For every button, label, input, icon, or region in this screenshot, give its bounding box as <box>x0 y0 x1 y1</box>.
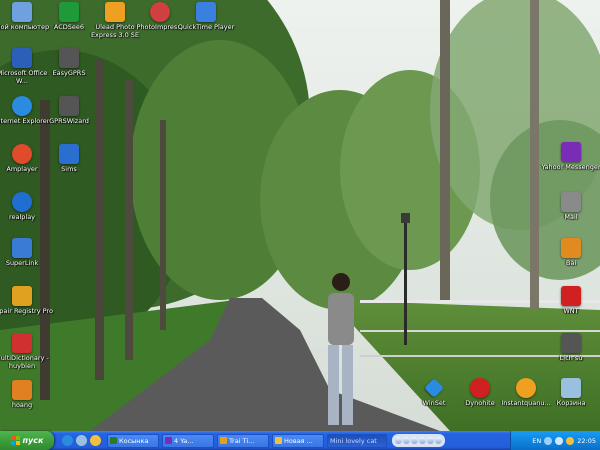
taskbar-button-solitaire[interactable]: Косынка <box>107 433 159 448</box>
desktop-icon-recycle-bin[interactable]: Корзина <box>539 378 600 407</box>
internet-explorer-icon <box>12 96 32 116</box>
desktop-icon-easygprs[interactable]: EasyGPRS <box>37 48 101 77</box>
volume-icon[interactable] <box>435 437 442 444</box>
media-player-toolbar <box>392 434 445 447</box>
taskbar-button-yahoo[interactable]: 4 Ya... <box>162 433 214 448</box>
dynohite-icon <box>470 378 490 398</box>
stop-icon[interactable] <box>395 437 402 444</box>
taskbar-button-new-folder[interactable]: Новая ... <box>272 433 324 448</box>
volume-icon[interactable] <box>555 436 564 445</box>
desktop-icon-label: GPRSWizard <box>49 117 89 125</box>
solitaire-icon <box>110 437 117 444</box>
mute-icon[interactable] <box>427 437 434 444</box>
superlink-icon <box>12 238 32 258</box>
taskbar-button-trai-ti[interactable]: Trai Ti... <box>217 433 269 448</box>
desktop-icon-quicktime[interactable]: QuickTime Player <box>174 2 238 31</box>
gprswizard-icon <box>59 96 79 116</box>
folder-icon <box>561 238 581 258</box>
desktop-icon-sims[interactable]: Sims <box>37 144 101 173</box>
yahoo-icon <box>165 437 172 444</box>
desktop-icon-label: Repair Registry Pro <box>0 307 53 315</box>
messenger-tray-icon[interactable] <box>566 436 575 445</box>
realplayer-icon <box>12 192 32 212</box>
diamond-icon <box>424 378 444 398</box>
desktop-icon-label: hoang <box>11 401 33 409</box>
task-label: Косынка <box>119 436 149 445</box>
desktop: Мой компьютер Microsoft Office W... Inte… <box>0 0 600 431</box>
taskbar-button-mini-lovely-cat[interactable]: Mini lovely cat <box>327 433 387 448</box>
amplayer-icon <box>12 144 32 164</box>
taskbar: пуск Косынка 4 Ya... Trai Ti... Новая ..… <box>0 431 600 450</box>
instantquanu-icon <box>516 378 536 398</box>
photoimpression-icon <box>150 2 170 22</box>
desktop-icon-label: Yahoo! Messenger <box>541 163 600 171</box>
desktop-icon-label: WNT <box>563 307 579 315</box>
multidictionary-icon <box>12 333 32 353</box>
desktop-icon-label: realplay <box>8 213 36 221</box>
start-button[interactable]: пуск <box>0 431 54 450</box>
desktop-icon-label: Корзина <box>556 399 586 407</box>
hoang-icon <box>12 380 32 400</box>
wnt-icon <box>561 286 581 306</box>
desktop-icon-lich-su[interactable]: Lịch sử <box>539 333 600 362</box>
task-label: Trai Ti... <box>229 436 255 445</box>
desktop-icon-realplay[interactable]: realplay <box>0 192 54 221</box>
desktop-icon-label: Lịch sử <box>559 354 583 362</box>
desktop-icon-label: Bài <box>565 259 577 267</box>
task-label: Mini lovely cat <box>330 436 377 445</box>
quick-launch <box>62 435 101 446</box>
folder-icon <box>275 437 282 444</box>
word-icon <box>12 48 32 68</box>
desktop-icon-label: QuickTime Player <box>177 23 235 31</box>
desktop-icon-mail[interactable]: Mail <box>539 192 600 221</box>
play-icon[interactable] <box>411 437 418 444</box>
desktop-icon-superlink[interactable]: SuperLink <box>0 238 54 267</box>
easygprs-icon <box>59 48 79 68</box>
mail-icon <box>561 192 581 212</box>
start-label: пуск <box>22 436 44 445</box>
language-indicator[interactable]: EN <box>532 437 541 445</box>
task-label: 4 Ya... <box>174 436 194 445</box>
next-icon[interactable] <box>419 437 426 444</box>
network-icon[interactable] <box>544 436 553 445</box>
desktop-icon-repair-registry[interactable]: Repair Registry Pro <box>0 286 54 315</box>
ulead-photo-express-icon <box>105 2 125 22</box>
recycle-bin-icon <box>561 378 581 398</box>
desktop-icon-yahoo-messenger[interactable]: Yahoo! Messenger <box>539 142 600 171</box>
window-icon <box>220 437 227 444</box>
desktop-icon-wnt[interactable]: WNT <box>539 286 600 315</box>
desktop-icon-hoang[interactable]: hoang <box>0 380 54 409</box>
camera-icon <box>561 333 581 353</box>
clock[interactable]: 22:05 <box>577 437 596 445</box>
my-computer-icon <box>12 2 32 22</box>
desktop-icon-multidictionary[interactable]: MultiDictionary - huybien <box>0 333 54 370</box>
internet-explorer-icon[interactable] <box>62 435 73 446</box>
system-tray: EN 22:05 <box>510 431 600 450</box>
messenger-icon[interactable] <box>90 435 101 446</box>
desktop-icon-label: MultiDictionary - huybien <box>0 354 49 370</box>
desktop-icon-label: SuperLink <box>5 259 39 267</box>
task-label: Новая ... <box>284 436 313 445</box>
sims-icon <box>59 144 79 164</box>
yahoo-messenger-icon <box>561 142 581 162</box>
desktop-icon-gprswizard[interactable]: GPRSWizard <box>37 96 101 125</box>
quicktime-icon <box>196 2 216 22</box>
acdsee-icon <box>59 2 79 22</box>
repair-registry-icon <box>12 286 32 306</box>
windows-flag-icon <box>10 436 20 445</box>
desktop-icon-label: Sims <box>61 165 77 173</box>
show-desktop-icon[interactable] <box>76 435 87 446</box>
desktop-icon-bai[interactable]: Bài <box>539 238 600 267</box>
previous-icon[interactable] <box>403 437 410 444</box>
desktop-icon-label: Mail <box>564 213 578 221</box>
desktop-icon-label: EasyGPRS <box>52 69 86 77</box>
